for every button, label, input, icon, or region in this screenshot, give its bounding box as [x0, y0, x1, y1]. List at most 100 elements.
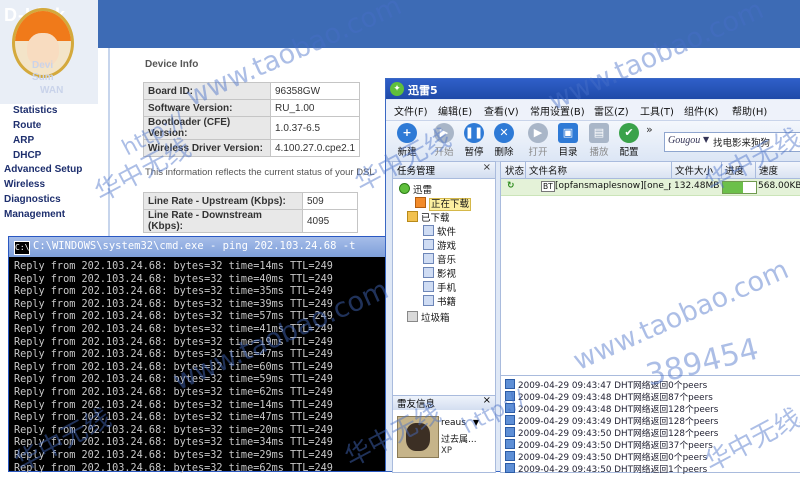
- router-banner: [0, 0, 800, 48]
- ping-reply-line: Reply from 202.103.24.68: bytes=32 time=…: [14, 424, 333, 436]
- tree-node-games[interactable]: 游戏: [423, 238, 456, 252]
- nav-item-advanced-setup[interactable]: Advanced Setup: [4, 164, 82, 175]
- column-status[interactable]: 状态: [505, 163, 524, 177]
- thunder-title: 迅雷5: [408, 84, 438, 97]
- pause-button[interactable]: ❚❚ 暂停: [459, 123, 489, 159]
- menu-zone[interactable]: 雷区(Z): [594, 103, 629, 118]
- menu-components[interactable]: 组件(K): [684, 103, 718, 118]
- nav-item-wireless[interactable]: Wireless: [4, 179, 45, 190]
- folder-button[interactable]: ▣ 目录: [553, 123, 583, 159]
- nav-item-device-info[interactable]: Devi: [32, 60, 53, 71]
- thunder-titlebar[interactable]: ✦ 迅雷5: [386, 79, 800, 99]
- ping-reply-line: Reply from 202.103.24.68: bytes=32 time=…: [14, 399, 333, 411]
- ping-reply-line: Reply from 202.103.24.68: bytes=32 time=…: [14, 374, 333, 386]
- nav-item-management[interactable]: Management: [4, 209, 65, 220]
- log-line: 2009-04-29 09:43:50 DHT网络返回1个peers: [505, 462, 707, 475]
- friends-header: 雷友信息 ×: [393, 395, 495, 410]
- nav-item-summary[interactable]: Sum: [32, 72, 54, 83]
- folder-icon: ▣: [558, 123, 578, 143]
- nav-item-arp[interactable]: ARP: [13, 135, 34, 146]
- start-button[interactable]: ▶ 开始: [429, 123, 459, 159]
- chevron-down-icon[interactable]: ▼: [703, 135, 709, 144]
- tree-node-software[interactable]: 软件: [423, 224, 456, 238]
- cmd-output[interactable]: Reply from 202.103.24.68: bytes=32 time=…: [14, 261, 384, 475]
- tree-node-thunder[interactable]: 迅雷: [399, 182, 432, 196]
- cmd-window[interactable]: C:\ C:\WINDOWS\system32\cmd.exe - ping 2…: [8, 236, 388, 475]
- menu-view[interactable]: 查看(V): [484, 103, 519, 118]
- tree-node-completed[interactable]: 已下载: [407, 210, 450, 224]
- gear-icon: ✔: [619, 123, 639, 143]
- table-row[interactable]: ↻ BT [opfansmaplesnow][one_pi 132.48MB 5…: [501, 179, 800, 196]
- open-button[interactable]: ▶ 打开: [523, 123, 553, 159]
- download-icon: [415, 197, 426, 208]
- ping-reply-line: Reply from 202.103.24.68: bytes=32 time=…: [14, 361, 333, 373]
- ping-reply-line: Reply from 202.103.24.68: bytes=32 time=…: [14, 273, 333, 285]
- tree-node-downloading[interactable]: 正在下载: [415, 196, 472, 211]
- friend-avatar[interactable]: [397, 416, 439, 458]
- task-tree-pane: 任务管理 × 迅雷 正在下载 已下载 软件 游戏 音乐 影视 手机 书籍 垃圾箱: [392, 161, 496, 397]
- nav-item-wan[interactable]: WAN: [40, 85, 63, 96]
- column-divider: [671, 162, 672, 178]
- table-row: Board ID: 96358GW: [143, 82, 361, 100]
- nav-item-route[interactable]: Route: [13, 120, 41, 131]
- open-icon: ▶: [528, 123, 548, 143]
- board-id-value: 96358GW: [269, 82, 361, 100]
- tree-header: 任务管理 ×: [393, 162, 495, 179]
- category-icon: [423, 295, 434, 306]
- friends-pane: 雷友信息 × reaus ▼ 过去属... XP: [392, 395, 496, 473]
- menu-file[interactable]: 文件(F): [394, 103, 428, 118]
- friend-os: XP: [441, 446, 452, 456]
- table-row: Line Rate - Downstream (Kbps): 4095: [143, 209, 358, 233]
- table-row: Line Rate - Upstream (Kbps): 509: [143, 192, 358, 210]
- category-icon: [423, 239, 434, 250]
- delete-icon: ✕: [494, 123, 514, 143]
- column-speed[interactable]: 速度: [759, 163, 778, 177]
- friend-name[interactable]: reaus: [441, 418, 466, 428]
- toolbar-overflow-icon[interactable]: »: [646, 123, 653, 136]
- tree-node-video[interactable]: 影视: [423, 266, 456, 280]
- chevron-down-icon[interactable]: ▼: [473, 418, 479, 427]
- ping-reply-line: Reply from 202.103.24.68: bytes=32 time=…: [14, 311, 333, 323]
- table-row: Bootloader (CFE) Version: 1.0.37-6.5: [143, 116, 361, 140]
- delete-button[interactable]: ✕ 删除: [489, 123, 519, 159]
- close-icon[interactable]: ×: [483, 162, 491, 173]
- ping-reply-line: Reply from 202.103.24.68: bytes=32 time=…: [14, 412, 333, 424]
- task-progress-bar: [722, 181, 757, 194]
- column-size[interactable]: 文件大小: [675, 163, 713, 177]
- search-input[interactable]: 找电影来狗狗: [713, 135, 770, 149]
- gougou-search-box[interactable]: Gougou ▼ 找电影来狗狗: [664, 132, 800, 152]
- ping-reply-line: Reply from 202.103.24.68: bytes=32 time=…: [14, 336, 333, 348]
- column-progress[interactable]: 进度: [725, 163, 744, 177]
- bootloader-version-value: 1.0.37-6.5: [269, 116, 361, 140]
- menu-edit[interactable]: 编辑(E): [438, 103, 472, 118]
- menu-help[interactable]: 帮助(H): [732, 103, 767, 118]
- new-task-button[interactable]: + 新建: [392, 123, 422, 159]
- tree-node-books[interactable]: 书籍: [423, 294, 456, 308]
- config-button[interactable]: ✔ 配置: [614, 123, 644, 159]
- tree-node-music[interactable]: 音乐: [423, 252, 456, 266]
- software-version-label: Software Version:: [143, 99, 271, 117]
- column-name[interactable]: 文件名称: [529, 163, 567, 177]
- play-media-button[interactable]: ▤ 播放: [584, 123, 614, 159]
- friend-avatar-figure: [406, 423, 430, 451]
- task-file-name: [opfansmaplesnow][one_pi: [555, 181, 671, 191]
- ping-reply-line: Reply from 202.103.24.68: bytes=32 time=…: [14, 323, 333, 335]
- tree-node-trash[interactable]: 垃圾箱: [407, 310, 450, 324]
- menu-common-settings[interactable]: 常用设置(B): [530, 103, 585, 118]
- nav-item-dhcp[interactable]: DHCP: [13, 150, 41, 161]
- device-info-title: Device Info: [145, 59, 199, 70]
- thunder-window[interactable]: ✦ 迅雷5 文件(F) 编辑(E) 查看(V) 常用设置(B) 雷区(Z) 工具…: [385, 78, 800, 475]
- thunder-logo-icon: ✦: [390, 82, 404, 96]
- nav-item-statistics[interactable]: Statistics: [13, 105, 57, 116]
- menu-bar: 文件(F) 编辑(E) 查看(V) 常用设置(B) 雷区(Z) 工具(T) 组件…: [386, 100, 800, 121]
- table-row: Wireless Driver Version: 4.100.27.0.cpe2…: [143, 139, 361, 157]
- nav-item-diagnostics[interactable]: Diagnostics: [4, 194, 61, 205]
- ping-reply-line: Reply from 202.103.24.68: bytes=32 time=…: [14, 437, 333, 449]
- device-info-table: Board ID: 96358GW Software Version: RU_1…: [143, 82, 361, 157]
- cmd-titlebar[interactable]: C:\ C:\WINDOWS\system32\cmd.exe - ping 2…: [9, 237, 387, 257]
- close-icon[interactable]: ×: [483, 395, 491, 406]
- column-divider: [755, 162, 756, 178]
- tree-node-mobile[interactable]: 手机: [423, 280, 456, 294]
- ping-reply-line: Reply from 202.103.24.68: bytes=32 time=…: [14, 349, 333, 361]
- menu-tools[interactable]: 工具(T): [640, 103, 674, 118]
